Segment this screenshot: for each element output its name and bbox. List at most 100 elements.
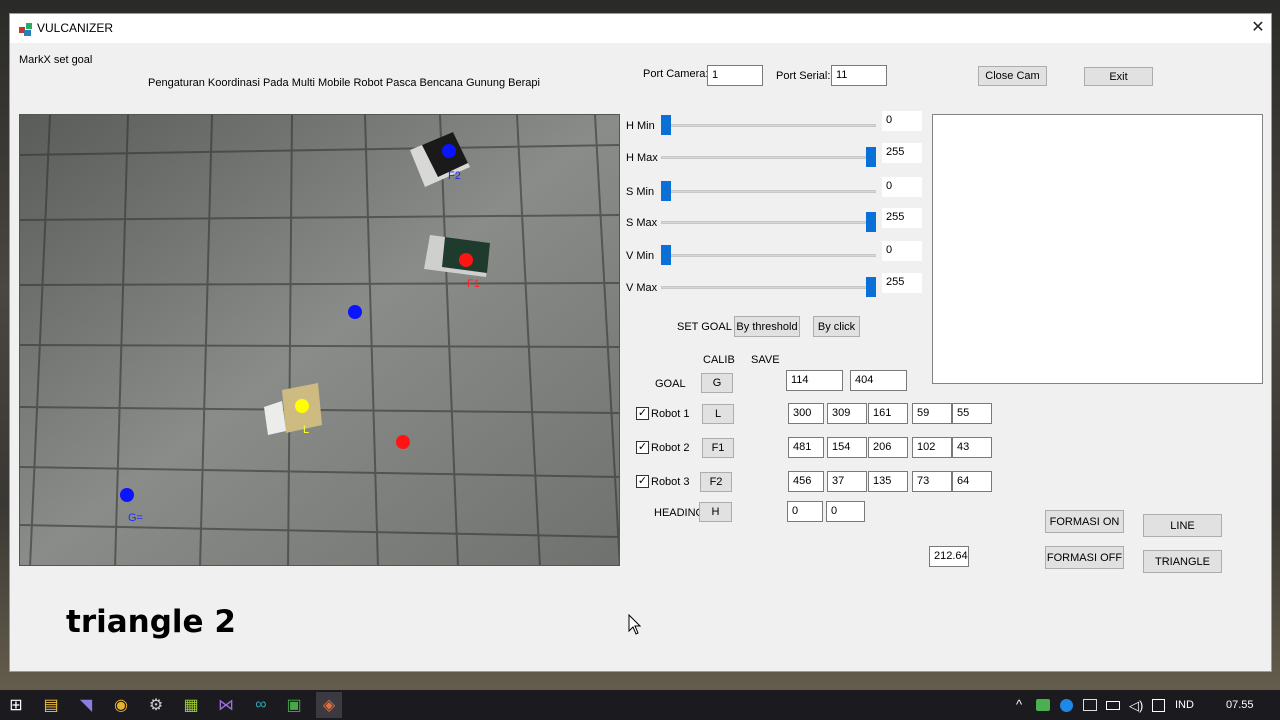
goal-marker (120, 488, 134, 502)
arduino-icon[interactable]: ∞ (248, 692, 274, 718)
camera-label-f1: F1 (467, 278, 480, 290)
volume-icon[interactable]: ◁) (1129, 698, 1143, 714)
camera-label-l: L (303, 424, 309, 436)
robot-2-value-2[interactable]: 206 (868, 437, 908, 458)
robot-1-value-1[interactable]: 309 (827, 403, 867, 424)
robot-3-value-1[interactable]: 37 (827, 471, 867, 492)
tray-window-icon[interactable] (1083, 699, 1097, 711)
excel-icon[interactable]: ▣ (281, 692, 307, 718)
red-target-marker (396, 435, 410, 449)
start-icon[interactable]: ⊞ (3, 692, 29, 718)
robot-1-value-2[interactable]: 161 (868, 403, 908, 424)
robot-2-value-0[interactable]: 481 (788, 437, 824, 458)
formasi-on-button[interactable]: FORMASI ON (1045, 510, 1124, 533)
app-subtitle: Pengaturan Koordinasi Pada Multi Mobile … (148, 77, 540, 89)
tray-app-icon[interactable] (1036, 699, 1050, 711)
camera-label-f2: F2 (448, 170, 461, 182)
slider-label-1: H Max (626, 152, 658, 164)
vulcanizer-app-icon[interactable]: ◈ (316, 692, 342, 718)
robot-3-calib-button[interactable]: F2 (700, 472, 732, 492)
robot-2-value-4[interactable]: 43 (952, 437, 992, 458)
slider-value-1[interactable]: 255 (882, 143, 922, 163)
heading-label: HEADING (654, 507, 705, 519)
robot-l-marker (295, 399, 309, 413)
tray-network-icon[interactable] (1060, 699, 1073, 712)
slider-track-4[interactable] (661, 254, 876, 257)
heading-calib-button[interactable]: H (699, 502, 732, 522)
slider-thumb-1[interactable] (866, 147, 876, 167)
robot-1-calib-button[interactable]: L (702, 404, 734, 424)
exit-button[interactable]: Exit (1084, 67, 1153, 86)
robot-2-calib-button[interactable]: F1 (702, 438, 734, 458)
slider-label-2: S Min (626, 186, 655, 198)
slider-thumb-2[interactable] (661, 181, 671, 201)
slider-value-0[interactable]: 0 (882, 111, 922, 131)
tray-chevron-icon[interactable]: ^ (1016, 697, 1022, 712)
robot-2-value-3[interactable]: 102 (912, 437, 952, 458)
robot-2-value-1[interactable]: 154 (827, 437, 867, 458)
port-serial-label: Port Serial: (776, 70, 831, 82)
slider-track-1[interactable] (661, 156, 876, 159)
robot-2-checkbox[interactable]: ✓ (636, 441, 649, 454)
slider-track-2[interactable] (661, 190, 876, 193)
slider-thumb-4[interactable] (661, 245, 671, 265)
app-window: VULCANIZER ✕ MarkX set goal Pengaturan K… (9, 13, 1272, 672)
angle-value-field[interactable]: 212.64 (929, 546, 969, 567)
battery-icon[interactable] (1106, 701, 1120, 710)
heading-field-1[interactable]: 0 (787, 501, 823, 522)
camera-feed: F2 F1 L G= (20, 115, 619, 565)
robot-1-value-3[interactable]: 59 (912, 403, 952, 424)
visual-studio-icon[interactable]: ⋈ (213, 692, 239, 718)
notepad-icon[interactable]: ▦ (178, 692, 204, 718)
slider-value-4[interactable]: 0 (882, 241, 922, 261)
camera-view[interactable]: F2 F1 L G= (19, 114, 620, 566)
slider-value-5[interactable]: 255 (882, 273, 922, 293)
settings-icon[interactable]: ⚙ (143, 692, 169, 718)
by-threshold-button[interactable]: By threshold (734, 316, 800, 337)
heading-field-2[interactable]: 0 (826, 501, 865, 522)
goal-calib-button[interactable]: G (701, 373, 733, 393)
visual-studio-code-icon[interactable]: ◥ (73, 692, 99, 718)
app-icon (19, 23, 32, 36)
slider-track-5[interactable] (661, 286, 876, 289)
robot-1-value-0[interactable]: 300 (788, 403, 824, 424)
robot-3-value-0[interactable]: 456 (788, 471, 824, 492)
robot-1-checkbox[interactable]: ✓ (636, 407, 649, 420)
slider-value-3[interactable]: 255 (882, 208, 922, 228)
formasi-off-button[interactable]: FORMASI OFF (1045, 546, 1124, 569)
goal-x-field[interactable]: 114 (786, 370, 843, 391)
slider-thumb-0[interactable] (661, 115, 671, 135)
robot-1-label: Robot 1 (651, 408, 690, 420)
goal-y-field[interactable]: 404 (850, 370, 907, 391)
slider-value-2[interactable]: 0 (882, 177, 922, 197)
hsv-slider-panel: H Min 0 H Max 255 S Min 0 S Max 255 V Min 0 V Max 2… (620, 111, 930, 304)
clock[interactable]: 07.55 (1226, 699, 1254, 711)
slider-thumb-3[interactable] (866, 212, 876, 232)
language-indicator[interactable]: IND (1175, 699, 1194, 711)
by-click-button[interactable]: By click (813, 316, 860, 337)
slider-label-0: H Min (626, 120, 655, 132)
slider-label-4: V Min (626, 250, 655, 262)
file-explorer-icon[interactable]: ▤ (38, 692, 64, 718)
status-label: MarkX set goal (19, 54, 93, 66)
calib-header: CALIB (703, 354, 735, 366)
robot-3-value-2[interactable]: 135 (868, 471, 908, 492)
port-serial-input[interactable]: 11 (831, 65, 887, 86)
robot-3-value-4[interactable]: 64 (952, 471, 992, 492)
window-title: VULCANIZER (37, 21, 114, 35)
close-cam-button[interactable]: Close Cam (978, 66, 1047, 86)
line-button[interactable]: LINE (1143, 514, 1222, 537)
slider-track-0[interactable] (661, 124, 876, 127)
port-camera-input[interactable]: 1 (707, 65, 763, 86)
output-panel[interactable] (932, 114, 1263, 384)
triangle-button[interactable]: TRIANGLE (1143, 550, 1222, 573)
robot-3-value-3[interactable]: 73 (912, 471, 952, 492)
title-bar: VULCANIZER ✕ (10, 14, 1271, 43)
close-window-icon[interactable]: ✕ (1246, 16, 1270, 40)
chrome-icon[interactable]: ◉ (108, 692, 134, 718)
slider-track-3[interactable] (661, 221, 876, 224)
robot-1-value-4[interactable]: 55 (952, 403, 992, 424)
robot-3-checkbox[interactable]: ✓ (636, 475, 649, 488)
slider-thumb-5[interactable] (866, 277, 876, 297)
action-center-icon[interactable] (1152, 699, 1165, 712)
